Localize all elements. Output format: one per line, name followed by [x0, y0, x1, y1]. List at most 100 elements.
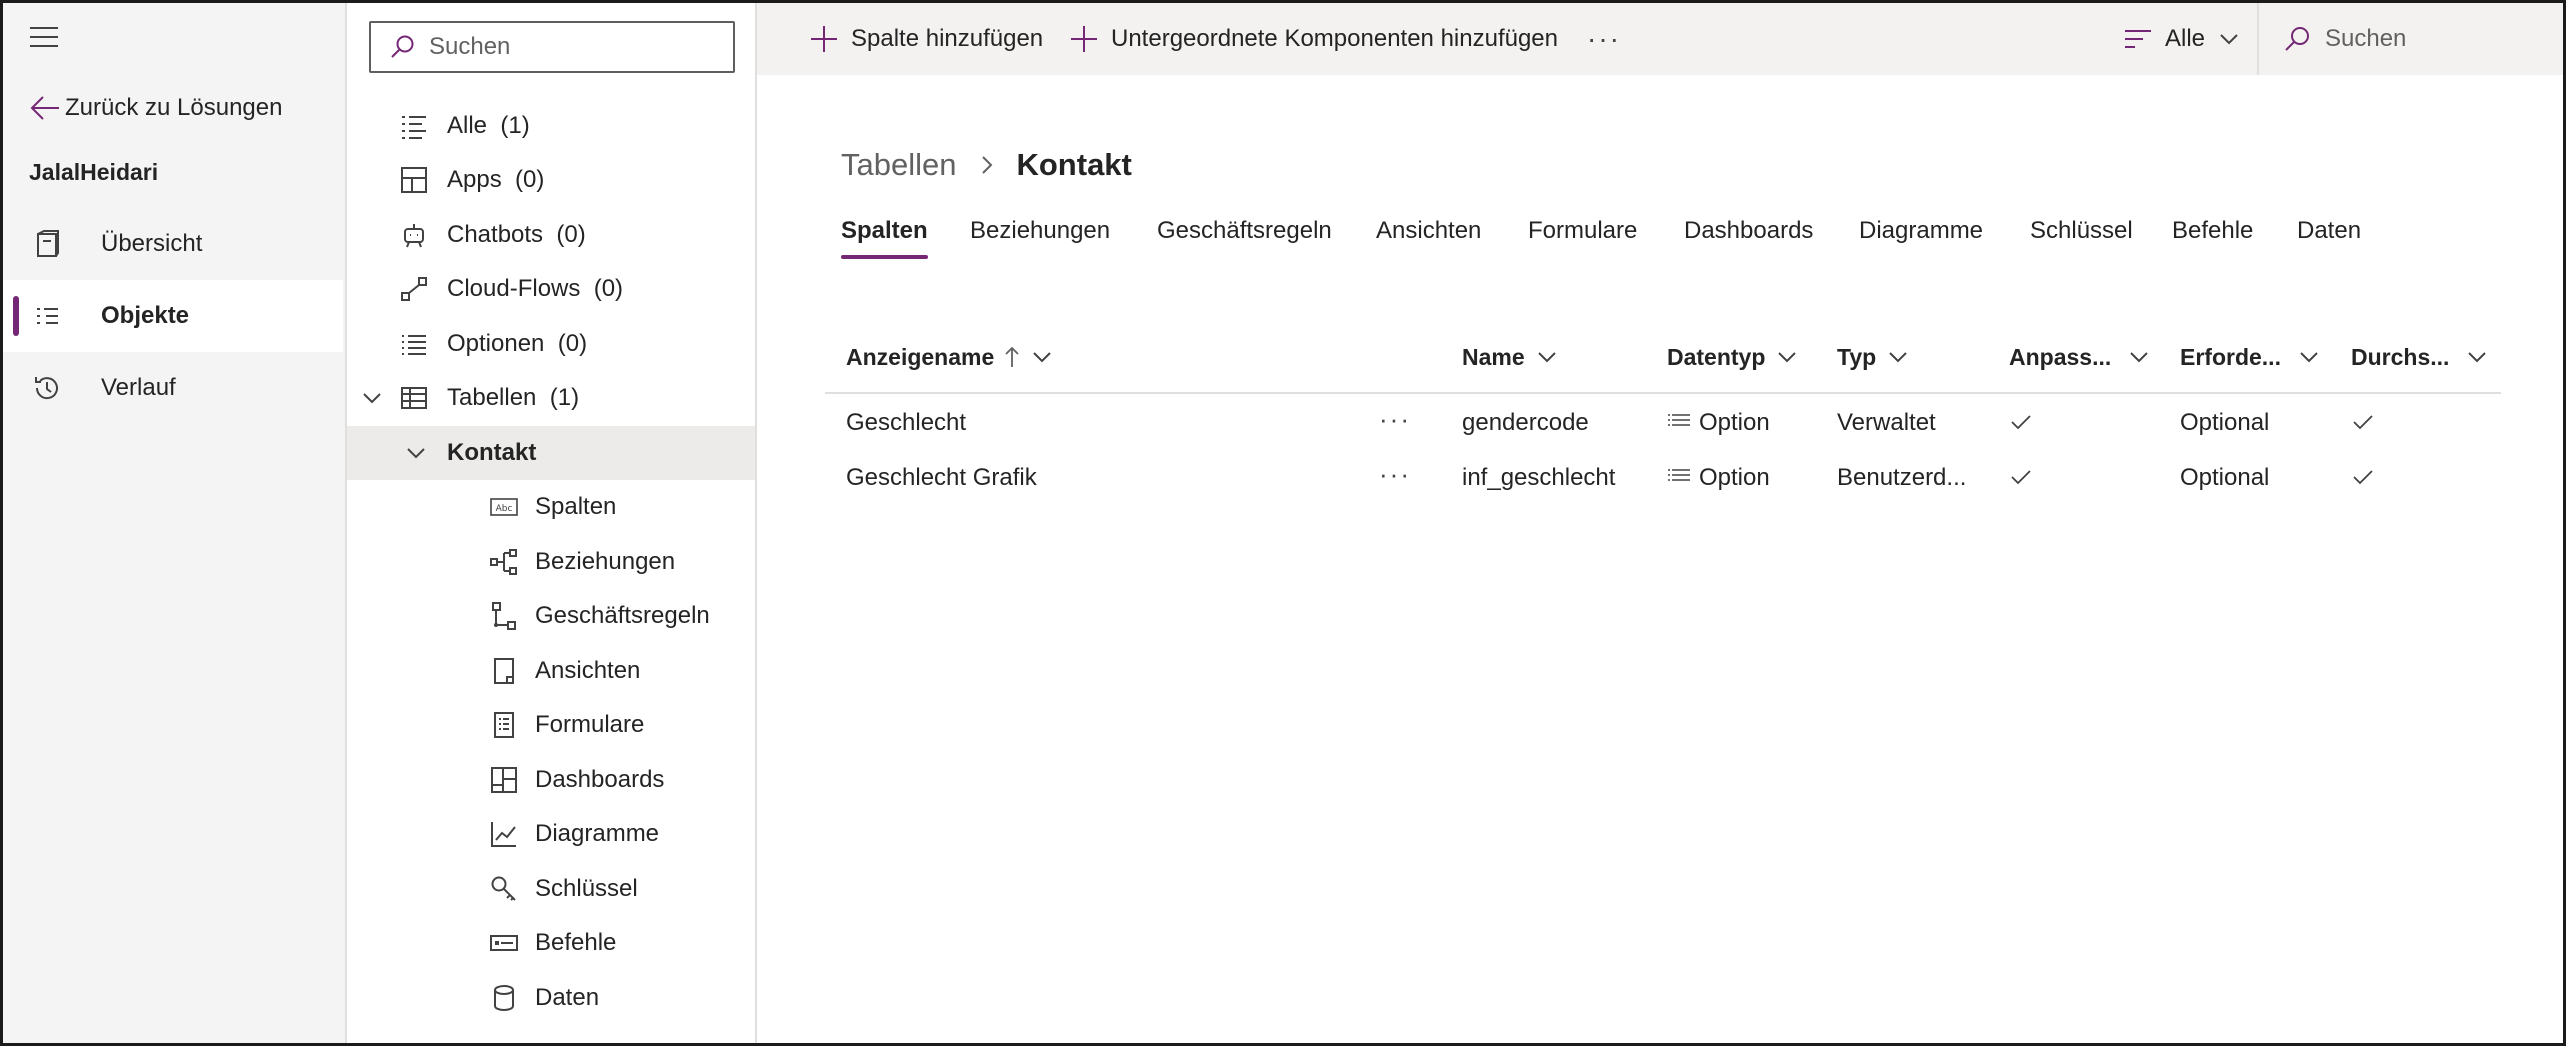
tab-label: Formulare [1528, 217, 1638, 244]
tab-data[interactable]: Daten [2297, 217, 2361, 257]
nav-item-label: Objekte [101, 302, 190, 329]
cell-display-name[interactable]: Geschlecht [846, 403, 966, 443]
tab-relationships[interactable]: Beziehungen [970, 217, 1110, 257]
tree-item-charts[interactable]: Diagramme [347, 807, 755, 861]
column-header-label: Durchs... [2351, 343, 2450, 370]
chevron-right-icon [982, 156, 993, 174]
tree-item-count: (0) [556, 221, 586, 248]
command-search-input[interactable] [2323, 24, 2563, 54]
objects-list-icon [37, 308, 58, 324]
command-search-box[interactable] [2283, 3, 2563, 75]
list-icon [402, 116, 426, 139]
search-icon [391, 35, 414, 58]
tree-item-relationships[interactable]: Beziehungen [347, 535, 755, 589]
tab-dashboards[interactable]: Dashboards [1684, 217, 1813, 257]
column-header-name[interactable]: Name [1462, 337, 1557, 377]
tree-item-forms[interactable]: Formulare [347, 698, 755, 752]
tree-item-chatbots[interactable]: Chatbots (0) [347, 208, 755, 262]
tab-label: Geschäftsregeln [1157, 217, 1332, 244]
text-field-icon: Abc [490, 498, 518, 516]
active-indicator [13, 296, 19, 336]
breadcrumb-parent-link[interactable]: Tabellen [841, 147, 956, 183]
tree-item-label: Kontakt [447, 439, 537, 466]
tree-item-columns[interactable]: Abc Spalten [347, 480, 755, 534]
tree-item-apps[interactable]: Apps (0) [347, 153, 755, 207]
tab-commands[interactable]: Befehle [2172, 217, 2253, 257]
tree-item-dashboards[interactable]: Dashboards [347, 753, 755, 807]
chevron-down-icon[interactable] [361, 387, 383, 409]
filter-icon [2125, 30, 2151, 48]
tree-item-label: Schlüssel [535, 875, 638, 902]
nav-item-history[interactable]: Verlauf [3, 352, 343, 424]
chevron-down-icon[interactable] [405, 442, 427, 464]
tab-label: Dashboards [1684, 217, 1814, 244]
cell-required: Optional [2180, 409, 2270, 436]
add-subcomponents-button[interactable]: Untergeordnete Komponenten hinzufügen [1069, 3, 1558, 75]
tree-item-label: Cloud-Flows [447, 275, 581, 302]
tab-charts[interactable]: Diagramme [1859, 217, 1983, 257]
tree-search-box[interactable] [369, 21, 735, 73]
tree-item-commands[interactable]: Befehle [347, 916, 755, 970]
cell-display-name[interactable]: Geschlecht Grafik [846, 458, 1037, 498]
column-header-customizable[interactable]: Anpass... [2009, 337, 2149, 377]
tree-item-all[interactable]: Alle (1) [347, 99, 755, 153]
tree-item-count: (0) [515, 166, 545, 193]
tab-business-rules[interactable]: Geschäftsregeln [1157, 217, 1332, 257]
app-window: Zurück zu Lösungen JalalHeidari Übersich… [0, 0, 2566, 1046]
tab-forms[interactable]: Formulare [1528, 217, 1637, 257]
tree-item-business-rules[interactable]: Geschäftsregeln [347, 589, 755, 643]
column-header-label: Erforde... [2180, 343, 2281, 370]
tree-item-contact[interactable]: Kontakt [347, 426, 755, 480]
cell-type: Benutzerd... [1837, 464, 1967, 491]
add-column-label: Spalte hinzufügen [851, 25, 1044, 52]
tree-item-label: Chatbots [447, 221, 544, 248]
filter-label: Alle [2165, 25, 2206, 52]
row-more-actions-button[interactable]: ··· [1379, 459, 1411, 490]
column-header-label: Datentyp [1667, 343, 1766, 370]
tree-item-views[interactable]: Ansichten [347, 644, 755, 698]
chevron-down-icon [2300, 352, 2318, 363]
column-header-display-name[interactable]: Anzeigename [846, 337, 1052, 377]
tree-item-tables[interactable]: Tabellen (1) [347, 371, 755, 425]
tab-views[interactable]: Ansichten [1376, 217, 1481, 257]
hamburger-menu-icon[interactable] [29, 25, 59, 49]
tab-label: Schlüssel [2030, 217, 2133, 244]
tree-item-label: Optionen [447, 330, 545, 357]
tree-item-count: (0) [557, 330, 588, 357]
chart-icon [491, 822, 516, 847]
column-header-label: Anzeigename [846, 343, 995, 370]
column-header-label: Anpass... [2009, 343, 2112, 370]
tab-label: Beziehungen [970, 217, 1111, 244]
tab-label: Ansichten [1376, 217, 1482, 244]
nav-item-label: Übersicht [101, 230, 203, 257]
back-to-solutions-link[interactable]: Zurück zu Lösungen [29, 91, 282, 125]
add-column-button[interactable]: Spalte hinzufügen [809, 3, 1043, 75]
nav-item-overview[interactable]: Übersicht [3, 208, 343, 280]
check-icon [2011, 415, 2031, 430]
tree-search-input[interactable] [427, 32, 721, 62]
tab-columns[interactable]: Spalten [841, 217, 928, 259]
tab-keys[interactable]: Schlüssel [2030, 217, 2133, 257]
chevron-down-icon [2468, 352, 2487, 363]
column-header-required[interactable]: Erforde... [2180, 337, 2319, 377]
database-icon [494, 985, 514, 1012]
column-header-searchable[interactable]: Durchs... [2351, 337, 2487, 377]
tree-item-data[interactable]: Daten [347, 971, 755, 1025]
left-navigation: Zurück zu Lösungen JalalHeidari Übersich… [3, 3, 347, 1043]
table-icon [401, 387, 427, 409]
column-header-type[interactable]: Typ [1837, 337, 1908, 377]
tree-item-options[interactable]: Optionen (0) [347, 317, 755, 371]
tab-label: Diagramme [1859, 217, 1984, 244]
row-more-actions-button[interactable]: ··· [1379, 404, 1411, 435]
option-set-icon [1668, 414, 1690, 426]
nav-item-objects[interactable]: Objekte [3, 280, 343, 352]
tree-item-cloud-flows[interactable]: Cloud-Flows (0) [347, 262, 755, 316]
cell-datatype-label: Option [1699, 409, 1770, 436]
column-header-datatype[interactable]: Datentyp [1667, 337, 1797, 377]
options-icon [402, 335, 426, 355]
more-commands-button[interactable]: ··· [1587, 3, 1621, 75]
back-link-label: Zurück zu Lösungen [65, 94, 283, 121]
tree-item-keys[interactable]: Schlüssel [347, 862, 755, 916]
filter-dropdown[interactable]: Alle [2123, 3, 2239, 75]
tree-item-label: Beziehungen [535, 548, 676, 575]
